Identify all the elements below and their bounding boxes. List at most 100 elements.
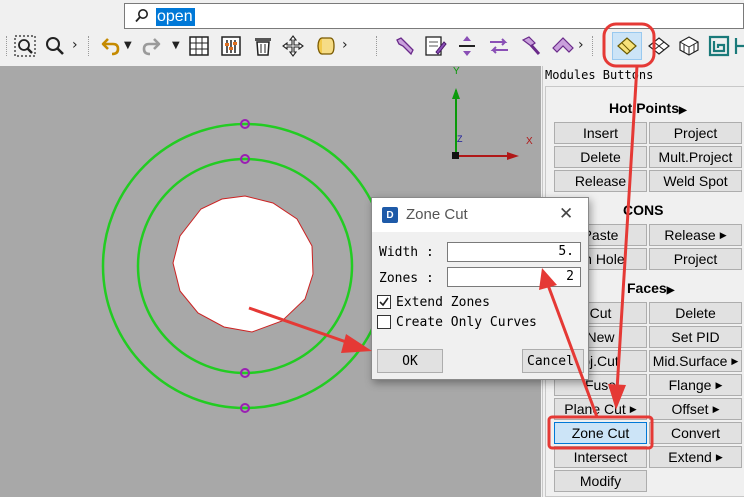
zone-cut-button[interactable]: Zone Cut bbox=[554, 422, 647, 444]
zones-label: Zones : bbox=[379, 271, 434, 286]
edit-icon[interactable] bbox=[422, 32, 448, 60]
search-input[interactable]: open bbox=[124, 3, 744, 29]
project-button[interactable]: Project bbox=[649, 122, 742, 144]
search-icon bbox=[135, 9, 148, 23]
dialog-title: Zone Cut bbox=[406, 206, 468, 223]
insert-button[interactable]: Insert bbox=[554, 122, 647, 144]
mesh-icon[interactable] bbox=[646, 32, 672, 60]
y-axis-arrow bbox=[452, 88, 460, 99]
new-face-button-label: New bbox=[586, 329, 615, 345]
offset-button[interactable]: Offset ▶ bbox=[649, 398, 742, 420]
faces-header-label: Faces bbox=[627, 280, 667, 296]
convert-button-label: Convert bbox=[670, 425, 721, 441]
modify-button-label: Modify bbox=[579, 473, 622, 489]
flange-button-label: Flange bbox=[668, 377, 712, 393]
top-bar: open bbox=[0, 0, 744, 30]
extend-button[interactable]: Extend ▶ bbox=[649, 446, 742, 468]
main-toolbar: › ▼ ▼ › › bbox=[0, 30, 744, 62]
plane-cut-button[interactable]: Plane Cut ▶ bbox=[554, 398, 647, 420]
redo-dropdown-icon[interactable]: ▼ bbox=[172, 40, 180, 51]
mult-project-button[interactable]: Mult.Project bbox=[649, 146, 742, 168]
ruler-icon[interactable] bbox=[550, 32, 576, 60]
sliders-icon[interactable] bbox=[218, 32, 244, 60]
wrench-icon[interactable] bbox=[392, 32, 418, 60]
ok-button[interactable]: OK bbox=[377, 349, 443, 373]
zoom-icon[interactable] bbox=[42, 32, 68, 60]
search-input-text: open bbox=[156, 8, 195, 26]
project-button-label: Project bbox=[673, 125, 718, 141]
width-field[interactable]: 5. bbox=[447, 242, 581, 262]
zoom-window-icon[interactable] bbox=[12, 32, 38, 60]
offset-button-label: Offset bbox=[671, 401, 709, 417]
undo-icon[interactable] bbox=[98, 32, 124, 60]
delete-face-button-label: Delete bbox=[675, 305, 716, 321]
fuse-button-label: Fuse bbox=[584, 377, 617, 393]
x-axis-label: X bbox=[526, 136, 533, 147]
pattern-icon[interactable] bbox=[706, 32, 732, 60]
set-pid-button[interactable]: Set PID bbox=[649, 326, 742, 348]
release-cons-button-label: Release bbox=[664, 227, 716, 243]
cons-header[interactable]: CONS bbox=[623, 202, 663, 218]
dialog-title-bar[interactable]: D Zone Cut ✕ bbox=[372, 198, 588, 232]
checkmark-icon bbox=[379, 297, 389, 307]
delete-hot-point-button[interactable]: Delete bbox=[554, 146, 647, 168]
delete-hot-point-button-label: Delete bbox=[580, 149, 621, 165]
undo-dropdown-icon[interactable]: ▼ bbox=[124, 40, 132, 51]
weld-spot-button-label: Weld Spot bbox=[663, 173, 728, 189]
toolbar-separator bbox=[376, 36, 378, 56]
insert-button-label: Insert bbox=[582, 125, 618, 141]
hot-points-header[interactable]: Hot Points▶ bbox=[609, 100, 687, 116]
hammer-icon[interactable] bbox=[518, 32, 544, 60]
extend-zones-label: Extend Zones bbox=[396, 295, 490, 310]
toolbar-separator bbox=[592, 36, 594, 56]
release-hot-point-button-label: Release bbox=[574, 173, 627, 189]
extra-tool-icon[interactable] bbox=[734, 32, 744, 60]
x-axis-arrow bbox=[507, 152, 519, 160]
cylinder-icon[interactable] bbox=[312, 32, 338, 60]
modules-title: Modules Buttons bbox=[545, 68, 654, 82]
app-window: open › ▼ ▼ › › Y X Z Modules Buttons Hot… bbox=[0, 0, 744, 497]
cut-button-label: Cut bbox=[589, 305, 612, 321]
cancel-button[interactable]: Cancel bbox=[522, 349, 584, 373]
volume-mesh-icon[interactable] bbox=[676, 32, 702, 60]
extend-button-label: Extend bbox=[668, 449, 712, 465]
cancel-button-label: Cancel bbox=[527, 353, 574, 369]
faces-header[interactable]: Faces▶ bbox=[627, 280, 674, 296]
project-cons-button-label: Project bbox=[673, 251, 718, 267]
grid-icon[interactable] bbox=[186, 32, 212, 60]
intersect-button-label: Intersect bbox=[573, 449, 628, 465]
intersect-button[interactable]: Intersect bbox=[554, 446, 647, 468]
modify-button[interactable]: Modify bbox=[554, 470, 647, 492]
release-cons-button[interactable]: Release ▶ bbox=[649, 224, 742, 246]
axis-origin bbox=[452, 152, 459, 159]
delete-icon[interactable] bbox=[250, 32, 276, 60]
move-icon[interactable] bbox=[280, 32, 306, 60]
shell-icon[interactable] bbox=[612, 32, 642, 60]
face-polygon bbox=[172, 195, 314, 333]
close-icon[interactable]: ✕ bbox=[559, 204, 573, 224]
toolbar-more-chevron-icon-2[interactable]: › bbox=[578, 37, 584, 53]
plane-cut-button-label: Plane Cut bbox=[564, 401, 626, 417]
toolbar-more-chevron-icon[interactable]: › bbox=[342, 37, 348, 53]
convert-button[interactable]: Convert bbox=[649, 422, 742, 444]
delete-face-button[interactable]: Delete bbox=[649, 302, 742, 324]
toolbar-separator bbox=[6, 36, 8, 56]
release-hot-point-button[interactable]: Release bbox=[554, 170, 647, 192]
zones-field[interactable]: 2 bbox=[447, 267, 581, 287]
cons-header-label: CONS bbox=[623, 202, 664, 218]
redo-icon[interactable] bbox=[138, 32, 164, 60]
create-only-curves-label: Create Only Curves bbox=[396, 315, 537, 330]
swap-icon[interactable] bbox=[486, 32, 512, 60]
zoom-more-chevron-icon[interactable]: › bbox=[72, 37, 78, 53]
flange-button[interactable]: Flange ▶ bbox=[649, 374, 742, 396]
y-axis-label: Y bbox=[453, 66, 460, 77]
weld-spot-button[interactable]: Weld Spot bbox=[649, 170, 742, 192]
align-icon[interactable] bbox=[454, 32, 480, 60]
create-only-curves-checkbox[interactable] bbox=[377, 315, 391, 329]
set-pid-button-label: Set PID bbox=[671, 329, 720, 345]
project-cons-button[interactable]: Project bbox=[649, 248, 742, 270]
mid-surface-button[interactable]: Mid.Surface ▶ bbox=[649, 350, 742, 372]
extend-zones-checkbox[interactable] bbox=[377, 295, 391, 309]
z-axis-label: Z bbox=[457, 134, 463, 144]
zone-cut-button-label: Zone Cut bbox=[571, 425, 630, 441]
